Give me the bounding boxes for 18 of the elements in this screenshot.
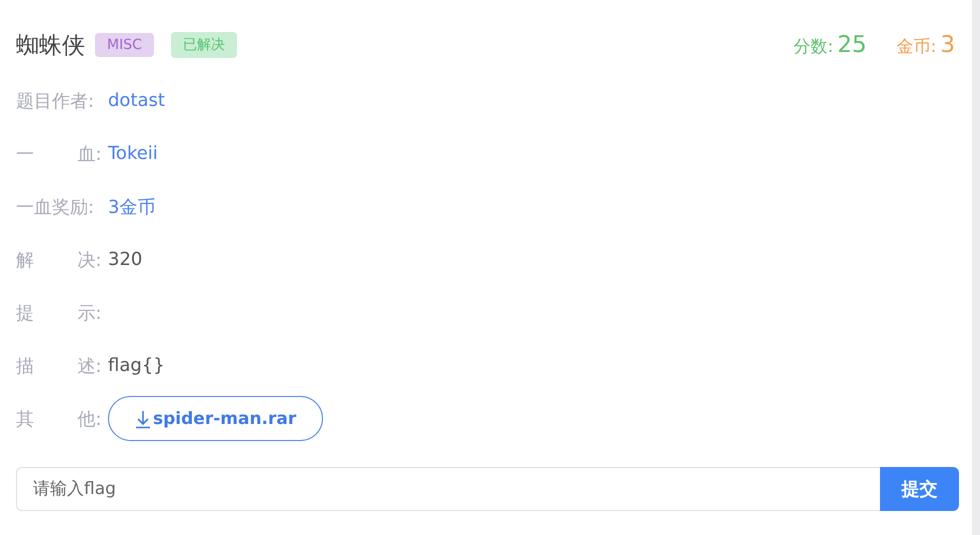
field-link[interactable]: Tokeii	[108, 143, 158, 164]
field-label: 题目作者:	[16, 90, 96, 112]
download-icon	[135, 408, 151, 428]
field-value: 320	[108, 249, 142, 270]
coins-value: 3	[940, 32, 955, 58]
submit-button[interactable]: 提交	[880, 467, 959, 511]
category-tag: MISC	[95, 33, 154, 57]
flag-input-field[interactable]: 请输入flag	[16, 467, 880, 511]
field-label: 一血奖励:	[16, 196, 96, 218]
download-button[interactable]: spider-man.rar	[108, 396, 324, 441]
field-value: flag{}	[108, 355, 165, 376]
challenge-title: 蜘蛛侠	[16, 32, 85, 60]
score-value: 25	[837, 32, 867, 58]
status-tag: 已解决	[170, 32, 237, 58]
field-link[interactable]: dotast	[108, 90, 165, 111]
field-link[interactable]: 3金币	[108, 194, 156, 218]
score-label: 分数:	[794, 36, 834, 58]
coins-label: 金币:	[896, 36, 936, 58]
